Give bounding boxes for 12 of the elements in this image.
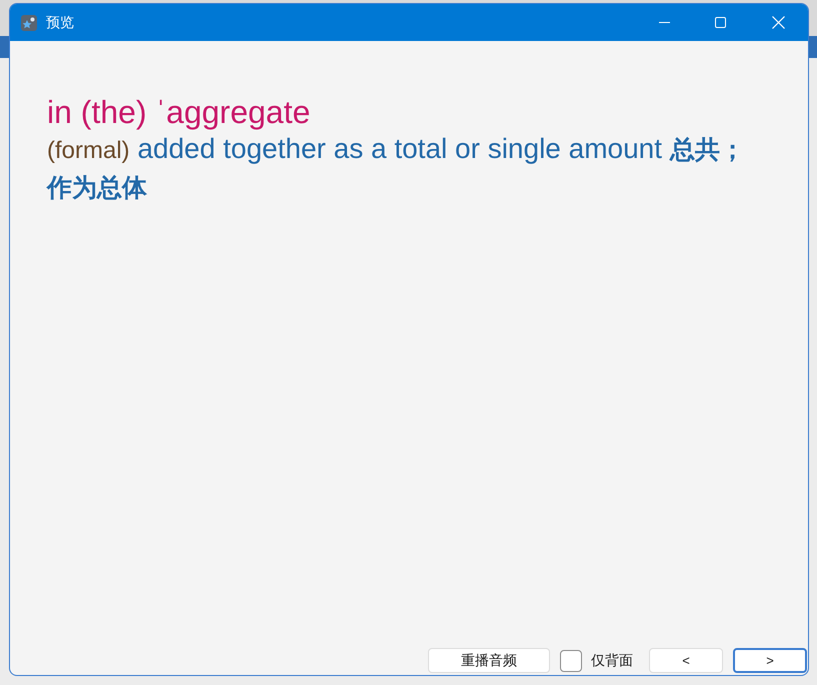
app-icon — [21, 14, 37, 30]
window-title: 预览 — [46, 13, 74, 32]
replay-audio-button[interactable]: 重播音频 — [428, 648, 550, 673]
back-only-checkbox[interactable] — [560, 650, 582, 672]
back-only-label: 仅背面 — [591, 651, 633, 670]
next-button[interactable]: > — [733, 648, 807, 673]
minimize-icon — [658, 22, 670, 23]
maximize-icon — [714, 17, 726, 28]
previous-button[interactable]: < — [649, 648, 723, 673]
definition-text: (formal) added together as a total or single amount 总共；作为总体 — [47, 132, 746, 204]
headword: in (the) ˈaggregate — [47, 93, 312, 131]
close-icon — [772, 16, 784, 29]
